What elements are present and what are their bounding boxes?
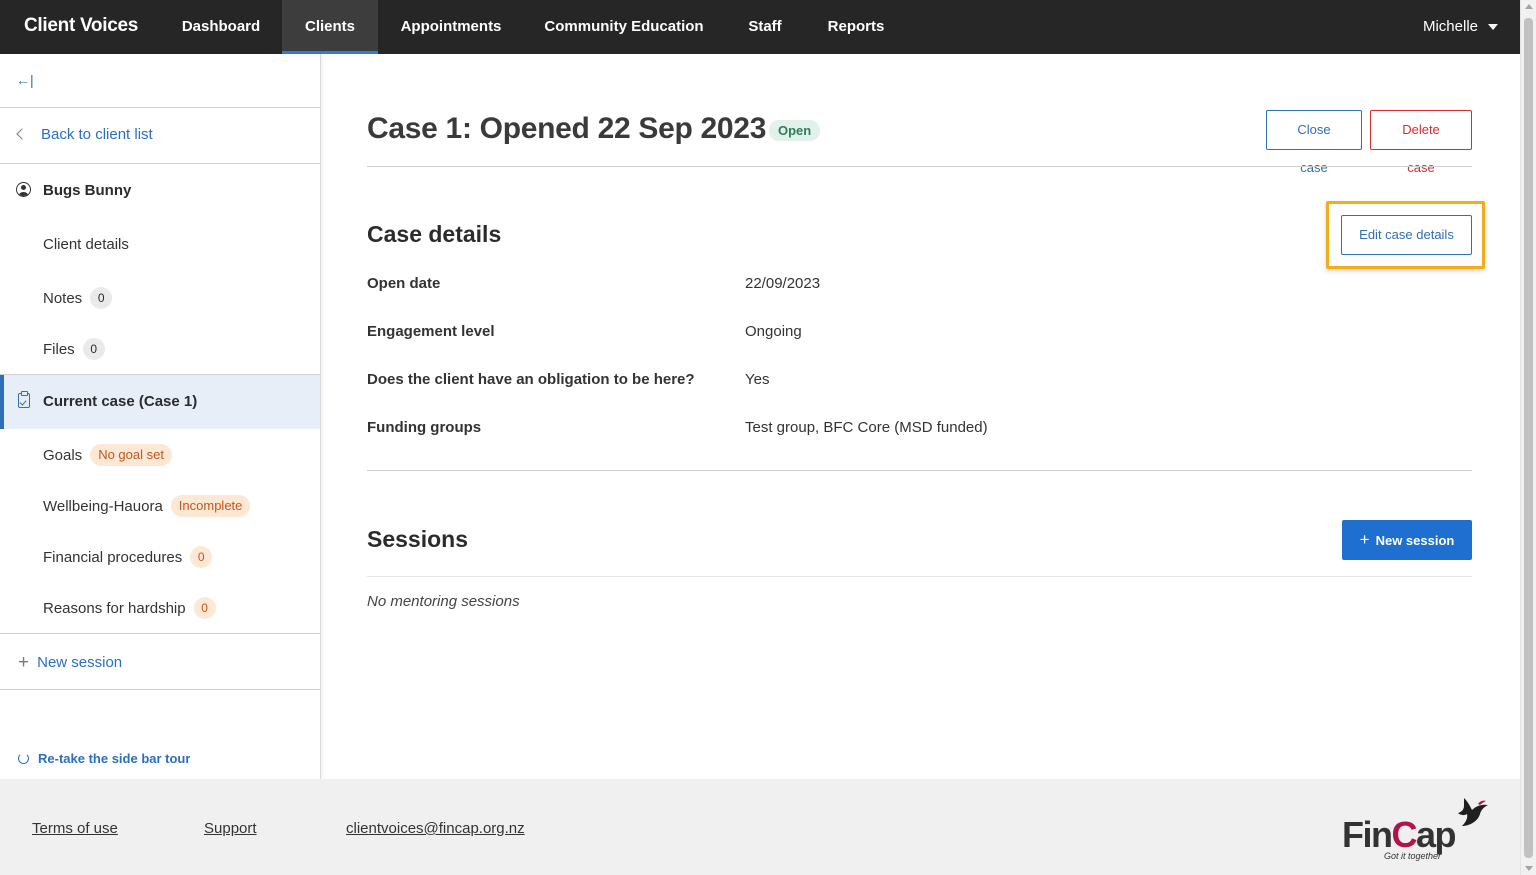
count-badge: 0 [82, 338, 105, 360]
nav-reports[interactable]: Reports [806, 0, 906, 54]
retake-tour-label: Re-take the side bar tour [38, 751, 191, 766]
field-label-open-date: Open date [367, 275, 441, 292]
sidebar-item-label: Files [43, 341, 75, 358]
new-session-label: New session [37, 654, 123, 671]
nav-dashboard[interactable]: Dashboard [160, 0, 282, 54]
edit-case-details-button[interactable]: Edit case details [1341, 215, 1472, 255]
main-content: Case 1: Opened 22 Sep 2023 Open Close ca… [321, 54, 1520, 779]
status-badge: No goal set [90, 444, 172, 466]
case-details-heading: Case details [367, 221, 502, 247]
sidebar-item-label: Financial procedures [43, 549, 183, 566]
collapse-left-icon[interactable]: ←| [16, 72, 34, 88]
user-circle-icon [16, 182, 31, 197]
new-session-button-label: New session [1375, 533, 1455, 548]
field-value-open-date: 22/09/2023 [745, 275, 821, 292]
divider [367, 470, 1472, 471]
status-badge: Open [769, 120, 821, 141]
nav-clients[interactable]: Clients [282, 0, 378, 54]
field-value-obligation: Yes [745, 371, 770, 388]
app-brand[interactable]: Client Voices [24, 15, 138, 37]
sidebar-item-label: Wellbeing-Hauora [43, 498, 163, 515]
vertical-scrollbar[interactable] [1520, 0, 1536, 875]
divider [0, 163, 320, 164]
client-name-row[interactable]: Bugs Bunny [16, 182, 131, 199]
email-link[interactable]: clientvoices@fincap.org.nz [346, 820, 525, 837]
bird-icon [1458, 798, 1488, 826]
sessions-heading: Sessions [367, 526, 468, 552]
divider [367, 166, 1472, 167]
empty-sessions-message: No mentoring sessions [367, 593, 520, 610]
scroll-down-icon[interactable] [1525, 866, 1533, 871]
count-badge: 0 [190, 546, 213, 568]
scroll-up-icon[interactable] [1525, 4, 1533, 9]
divider [0, 107, 320, 108]
page-title: Case 1: Opened 22 Sep 2023 [367, 112, 767, 145]
field-value-engagement-level: Ongoing [745, 323, 802, 340]
support-link[interactable]: Support [204, 820, 257, 837]
delete-case-button[interactable]: Delete case [1370, 110, 1472, 175]
divider [0, 633, 320, 634]
new-session-button[interactable]: + New session [1342, 520, 1472, 560]
sidebar-item-notes[interactable]: Notes 0 [43, 287, 113, 309]
nav-appointments[interactable]: Appointments [378, 0, 524, 54]
user-menu[interactable]: Michelle [1423, 0, 1498, 54]
sidebar: ←| Back to client list Bugs Bunny Client… [0, 54, 321, 779]
sidebar-item-label: Reasons for hardship [43, 600, 186, 617]
sidebar-item-reasons-for-hardship[interactable]: Reasons for hardship 0 [43, 597, 216, 619]
status-badge: Incomplete [170, 495, 251, 517]
plus-icon: + [18, 652, 30, 673]
divider [367, 576, 1472, 577]
sidebar-item-label: Notes [43, 290, 83, 307]
sidebar-item-current-case[interactable]: Current case (Case 1) [0, 375, 320, 429]
terms-of-use-link[interactable]: Terms of use [32, 820, 118, 837]
scrollbar-thumb[interactable] [1524, 18, 1533, 858]
count-badge: 0 [193, 597, 216, 619]
sidebar-item-goals[interactable]: Goals No goal set [43, 444, 172, 466]
chevron-down-icon [1488, 24, 1498, 31]
divider [0, 689, 320, 690]
field-label-funding-groups: Funding groups [367, 419, 482, 436]
sidebar-item-label: Client details [43, 236, 129, 253]
footer: Terms of use Support clientvoices@fincap… [0, 779, 1520, 875]
close-case-button[interactable]: Close case [1266, 110, 1362, 175]
fincap-logo: FinCap Got it together [1342, 796, 1492, 866]
sidebar-item-client-details[interactable]: Client details [43, 236, 129, 253]
clipboard-icon [18, 391, 30, 408]
sidebar-item-wellbeing[interactable]: Wellbeing-Hauora Incomplete [43, 495, 251, 517]
plus-icon: + [1359, 530, 1370, 549]
count-badge: 0 [90, 287, 113, 309]
sidebar-item-files[interactable]: Files 0 [43, 338, 105, 360]
field-label-obligation: Does the client have an obligation to be… [367, 371, 695, 388]
field-label-engagement-level: Engagement level [367, 323, 495, 340]
chevron-left-icon [16, 128, 28, 140]
retake-tour-link[interactable]: Re-take the side bar tour [18, 751, 190, 766]
refresh-icon [18, 753, 29, 764]
sidebar-item-financial-procedures[interactable]: Financial procedures 0 [43, 546, 213, 568]
sidebar-new-session-link[interactable]: + New session [18, 652, 122, 674]
nav-staff[interactable]: Staff [724, 0, 806, 54]
nav-community-education[interactable]: Community Education [524, 0, 724, 54]
logo-tagline: Got it together [1384, 851, 1442, 861]
field-value-funding-groups: Test group, BFC Core (MSD funded) [745, 419, 988, 436]
top-nav-bar: Client Voices Dashboard Clients Appointm… [0, 0, 1520, 54]
user-name: Michelle [1422, 18, 1478, 35]
back-link-label: Back to client list [41, 126, 153, 143]
sidebar-item-label: Goals [43, 447, 83, 464]
logo-wordmark: FinCap [1342, 814, 1457, 855]
back-to-client-list-link[interactable]: Back to client list [16, 126, 153, 143]
sidebar-item-label: Current case (Case 1) [43, 393, 198, 410]
client-name: Bugs Bunny [43, 182, 132, 199]
